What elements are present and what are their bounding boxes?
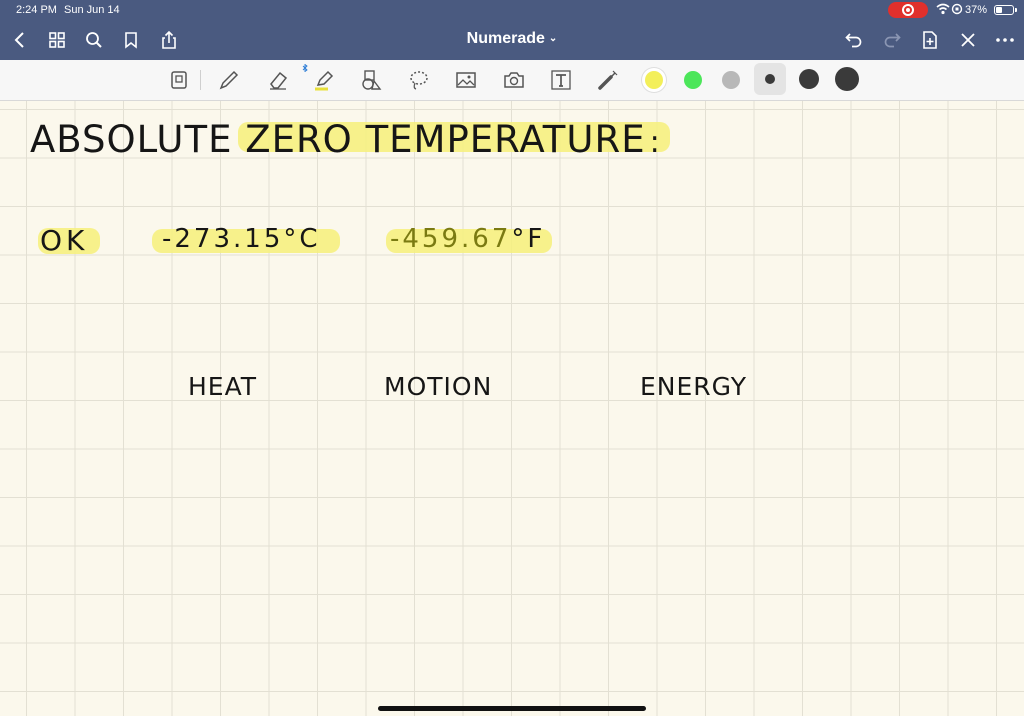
highlighter-icon (315, 70, 334, 91)
pen-icon (219, 70, 239, 90)
fahrenheit-number: -459.67 (390, 224, 512, 254)
text-tool[interactable] (549, 68, 573, 92)
highlighter-tool[interactable] (312, 68, 336, 92)
word-energy: ENERGY (640, 372, 748, 401)
laser-pointer-icon (598, 70, 618, 90)
size-small-selected[interactable] (754, 63, 786, 95)
home-indicator[interactable] (378, 706, 646, 711)
document-title[interactable]: Numerade ⌄ (0, 30, 1024, 48)
color-yellow-swatch (645, 71, 663, 89)
image-icon (456, 72, 476, 88)
fahrenheit-unit: °F (511, 224, 546, 254)
camera-tool[interactable] (502, 68, 526, 92)
add-page-icon (923, 31, 937, 49)
page-view-button[interactable] (167, 68, 191, 92)
close-icon (961, 33, 975, 47)
more-button[interactable] (995, 30, 1015, 50)
text-icon (551, 70, 571, 90)
word-heat: HEAT (188, 372, 258, 401)
close-toolbar-button[interactable] (958, 30, 978, 50)
add-page-button[interactable] (920, 30, 940, 50)
note-title: ABSOLUTE ZERO TEMPERATURE: (30, 118, 661, 161)
redo-icon (884, 33, 901, 48)
lasso-tool[interactable] (407, 68, 431, 92)
redo-button[interactable] (882, 30, 902, 50)
lasso-icon (410, 71, 428, 90)
pen-tool[interactable] (217, 68, 241, 92)
kelvin-value: OK (40, 224, 89, 257)
battery-percent: 37% (965, 4, 988, 16)
battery-icon (994, 5, 1014, 15)
status-date: Sun Jun 14 (64, 4, 120, 16)
shapes-icon (362, 70, 382, 90)
status-time: 2:24 PM (16, 4, 57, 16)
color-green-swatch[interactable] (684, 71, 702, 89)
screen-recording-indicator[interactable] (888, 2, 928, 18)
drawing-toolbar (0, 60, 1024, 101)
toolbar-divider (200, 70, 201, 90)
chevron-down-icon: ⌄ (548, 33, 558, 45)
image-tool[interactable] (454, 68, 478, 92)
size-medium-dot[interactable] (799, 69, 819, 89)
rotation-lock-icon (951, 3, 963, 18)
undo-button[interactable] (844, 30, 864, 50)
word-motion: MOTION (384, 372, 493, 401)
note-title-colon: : (649, 125, 661, 160)
page-view-icon (171, 71, 187, 89)
document-title-text: Numerade (466, 30, 545, 47)
size-large-dot[interactable] (835, 67, 859, 91)
fahrenheit-value: -459.67°F (390, 224, 545, 254)
eraser-icon (270, 71, 288, 90)
note-title-text: ABSOLUTE ZERO TEMPERATURE (30, 118, 646, 161)
shapes-tool[interactable] (359, 68, 383, 92)
undo-icon (845, 33, 862, 48)
note-canvas[interactable] (0, 101, 1024, 716)
status-bar: 2:24 PM Sun Jun 14 37% (0, 0, 1024, 20)
record-icon (902, 4, 914, 16)
wifi-icon (936, 3, 950, 18)
size-small-dot (765, 74, 775, 84)
laser-pointer-tool[interactable] (596, 68, 620, 92)
navigation-bar: Numerade ⌄ (0, 20, 1024, 60)
bluetooth-icon (302, 64, 308, 72)
color-yellow-selected-ring[interactable] (642, 68, 666, 92)
celsius-value: -273.15°C (162, 224, 321, 254)
camera-icon (504, 72, 524, 88)
battery-cap (1015, 8, 1017, 12)
more-icon (996, 38, 1014, 42)
color-gray-swatch[interactable] (722, 71, 740, 89)
eraser-tool[interactable] (266, 68, 290, 92)
